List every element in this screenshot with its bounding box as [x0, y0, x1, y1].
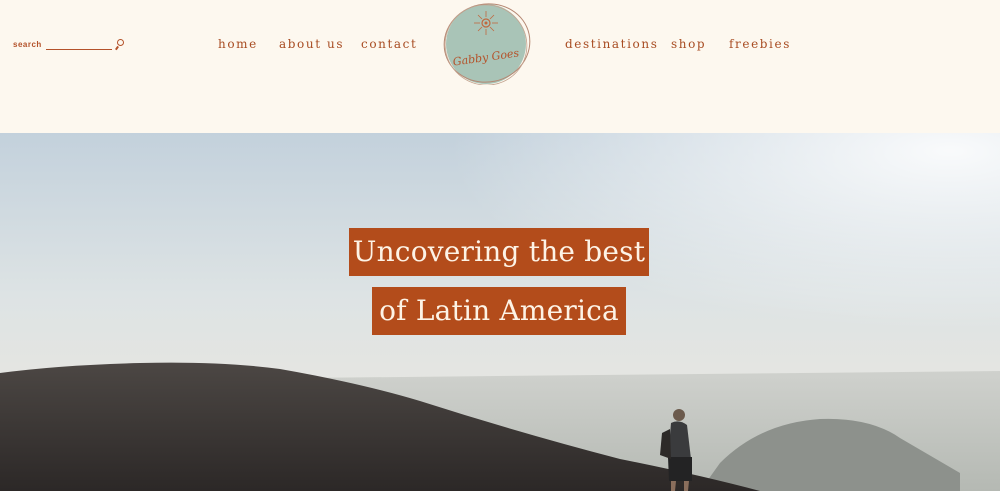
search-icon[interactable]: [114, 38, 125, 51]
nav-shop[interactable]: shop: [671, 37, 706, 51]
nav-contact[interactable]: contact: [361, 37, 417, 51]
nav-home[interactable]: home: [218, 37, 258, 51]
hero-headline-line-1: Uncovering the best: [349, 228, 649, 276]
hero-headline-line-2: of Latin America: [372, 287, 626, 335]
logo-graphic: Gabby Goes: [443, 3, 531, 86]
site-header: search home about us contact Gabby Goes …: [0, 0, 1000, 133]
site-logo[interactable]: Gabby Goes: [442, 3, 532, 86]
search-label: search: [13, 39, 42, 49]
nav-about-us[interactable]: about us: [279, 37, 344, 51]
search-input[interactable]: [45, 38, 112, 50]
nav-freebies[interactable]: freebies: [729, 37, 791, 51]
nav-destinations[interactable]: destinations: [565, 37, 658, 51]
search-bar: search: [13, 38, 125, 51]
hero-banner: Uncovering the best of Latin America: [0, 133, 1000, 491]
